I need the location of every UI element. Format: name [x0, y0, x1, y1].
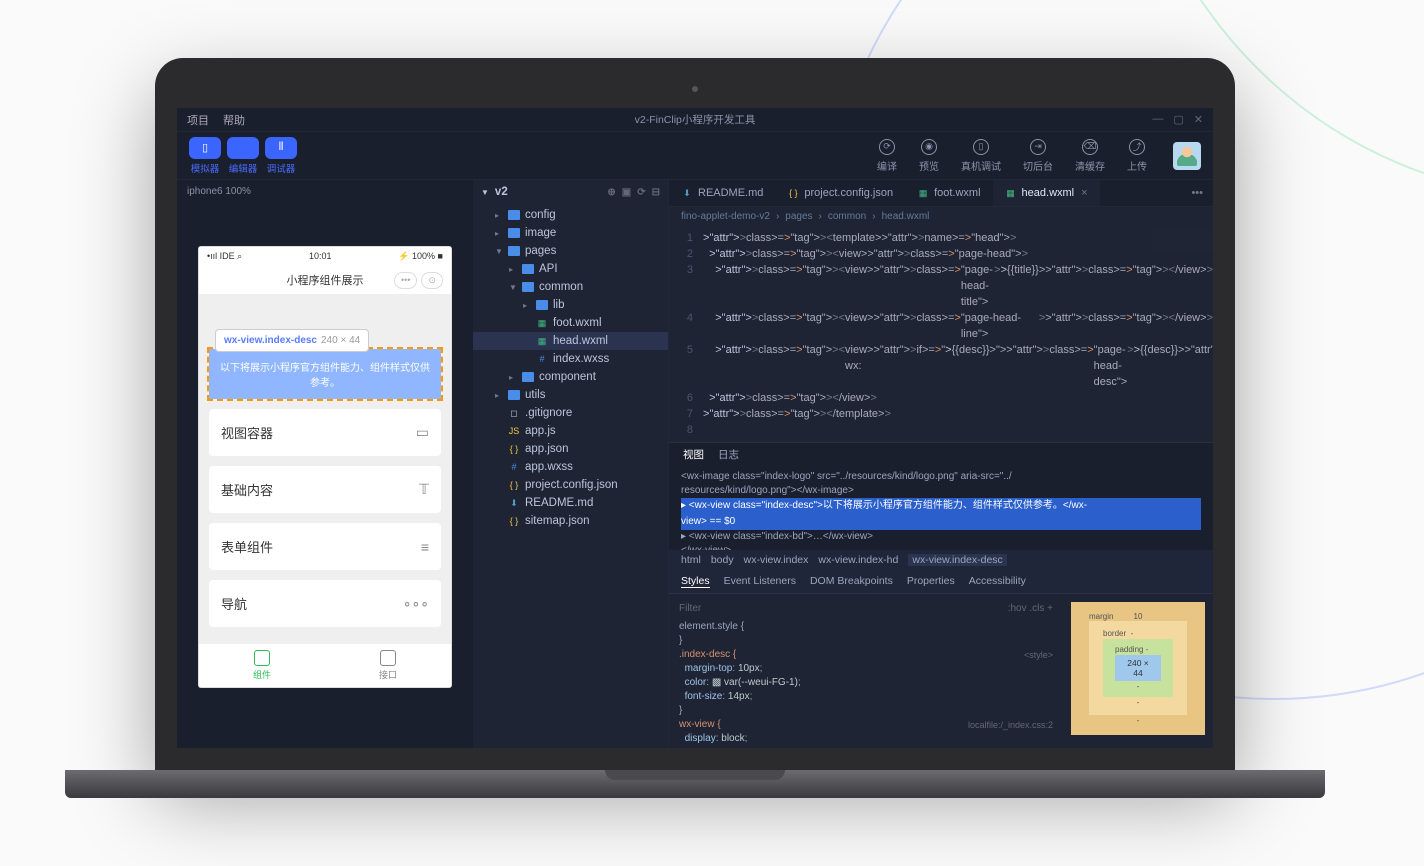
devtools-panel-tab[interactable]: Properties: [907, 575, 955, 588]
ide-screen: 项目 帮助 v2-FinClip小程序开发工具 — ▢ ✕ ▯模拟器编辑器⫴调试…: [177, 108, 1213, 748]
file-item[interactable]: { }app.json: [473, 440, 668, 458]
explorer-root[interactable]: v2: [495, 186, 508, 198]
devtools-panel-tab[interactable]: Styles: [681, 575, 710, 588]
file-item[interactable]: ◻.gitignore: [473, 404, 668, 422]
new-file-icon[interactable]: ⊕: [607, 187, 615, 198]
maximize-icon[interactable]: ▢: [1173, 113, 1183, 126]
phone-frame: •ııl IDE ⌕ 10:01 ⚡ 100% ■ 小程序组件展示 ••• ⊙: [199, 247, 451, 687]
toolbar-切后台[interactable]: ⇥切后台: [1023, 139, 1053, 173]
sim-card[interactable]: 表单组件≡: [209, 523, 441, 570]
file-item[interactable]: ▦head.wxml: [473, 332, 668, 350]
elements-breadcrumb[interactable]: htmlbodywx-view.indexwx-view.index-hdwx-…: [669, 550, 1213, 570]
toolbar-预览[interactable]: ◉预览: [919, 139, 939, 173]
folder-item[interactable]: ▼common: [473, 278, 668, 296]
devtools-tab-view[interactable]: 视图: [683, 447, 704, 462]
phone-status-left: •ııl IDE ⌕: [207, 251, 242, 262]
tab-close-icon[interactable]: ×: [1081, 187, 1087, 199]
folder-item[interactable]: ▸component: [473, 368, 668, 386]
file-item[interactable]: ▦foot.wxml: [473, 314, 668, 332]
menubar: 项目 帮助 v2-FinClip小程序开发工具 — ▢ ✕: [177, 108, 1213, 132]
editor-tab[interactable]: ⬇README.md: [669, 180, 775, 206]
code-editor[interactable]: 1>"attr">>class>=>"tag">><template> >"at…: [669, 226, 1213, 442]
laptop-frame: 项目 帮助 v2-FinClip小程序开发工具 — ▢ ✕ ▯模拟器编辑器⫴调试…: [155, 58, 1235, 798]
elements-tree[interactable]: <wx-image class="index-logo" src="../res…: [669, 466, 1213, 550]
new-folder-icon[interactable]: ▣: [622, 187, 631, 198]
sim-card[interactable]: 基础内容𝕋: [209, 466, 441, 513]
devtools-tab-log[interactable]: 日志: [718, 447, 739, 462]
editor-breadcrumb: fino-applet-demo-v2›pages›common›head.wx…: [669, 207, 1213, 226]
inspected-element[interactable]: 以下将展示小程序官方组件能力、组件样式仅供参考。: [209, 349, 441, 399]
phone-status-right: ⚡ 100% ■: [398, 251, 443, 262]
file-item[interactable]: #app.wxss: [473, 458, 668, 476]
sim-card[interactable]: 导航∘∘∘: [209, 580, 441, 627]
collapse-icon[interactable]: ⊟: [652, 187, 660, 198]
devtools-panel-tab[interactable]: DOM Breakpoints: [810, 575, 893, 588]
menu-help[interactable]: 帮助: [223, 112, 245, 128]
devtools-panel-tab[interactable]: Event Listeners: [724, 575, 796, 588]
toolbar-上传[interactable]: ⤴上传: [1127, 139, 1147, 173]
styles-controls[interactable]: :hov .cls +: [1008, 602, 1053, 616]
folder-item[interactable]: ▸image: [473, 224, 668, 242]
folder-item[interactable]: ▸API: [473, 260, 668, 278]
folder-item[interactable]: ▸lib: [473, 296, 668, 314]
phone-status-time: 10:01: [309, 251, 332, 262]
file-explorer: ▼ v2 ⊕ ▣ ⟳ ⊟ ▸config▸image▼pages▸API▼com…: [473, 180, 669, 748]
simulator-panel: iphone6 100% •ııl IDE ⌕ 10:01 ⚡ 100% ■ 小…: [177, 180, 473, 748]
folder-item[interactable]: ▸config: [473, 206, 668, 224]
minimap[interactable]: [1153, 226, 1213, 442]
toolbar-真机调试[interactable]: ▯真机调试: [961, 139, 1001, 173]
sim-card[interactable]: 视图容器▭: [209, 409, 441, 456]
file-item[interactable]: ⬇README.md: [473, 494, 668, 512]
folder-item[interactable]: ▼pages: [473, 242, 668, 260]
close-icon[interactable]: ✕: [1194, 113, 1203, 126]
styles-panel[interactable]: Filter :hov .cls + element.style { } .in…: [669, 594, 1063, 748]
user-avatar[interactable]: [1173, 142, 1201, 170]
inspect-tooltip: wx-view.index-desc240 × 44: [215, 329, 369, 352]
editor-tab[interactable]: ▦foot.wxml: [905, 180, 992, 206]
phone-tab[interactable]: 组件: [199, 644, 325, 687]
mode-pill-0[interactable]: ▯: [189, 137, 221, 159]
app-title: 小程序组件展示: [287, 272, 364, 288]
app-close-icon[interactable]: ⊙: [421, 272, 443, 289]
menu-project[interactable]: 项目: [187, 112, 209, 128]
file-item[interactable]: #index.wxss: [473, 350, 668, 368]
devtools-panel: 视图 日志 <wx-image class="index-logo" src="…: [669, 442, 1213, 748]
app-menu-icon[interactable]: •••: [394, 272, 417, 289]
window-title: v2-FinClip小程序开发工具: [635, 112, 756, 127]
file-item[interactable]: JSapp.js: [473, 422, 668, 440]
tab-overflow-icon[interactable]: •••: [1181, 187, 1213, 199]
styles-filter[interactable]: Filter: [679, 602, 701, 616]
box-model: margin 10 border - padding - 240 × 44 -: [1063, 594, 1213, 748]
main-toolbar: ▯模拟器编辑器⫴调试器 ⟳编译◉预览▯真机调试⇥切后台⌫清缓存⤴上传: [177, 132, 1213, 180]
minimize-icon[interactable]: —: [1152, 113, 1163, 126]
file-item[interactable]: { }sitemap.json: [473, 512, 668, 530]
mode-pill-1[interactable]: [227, 137, 259, 159]
mode-pill-2[interactable]: ⫴: [265, 137, 297, 159]
devtools-panel-tab[interactable]: Accessibility: [969, 575, 1026, 588]
editor-tab[interactable]: ▦head.wxml×: [993, 180, 1100, 206]
folder-item[interactable]: ▸utils: [473, 386, 668, 404]
toolbar-编译[interactable]: ⟳编译: [877, 139, 897, 173]
editor-area: ⬇README.md{ }project.config.json▦foot.wx…: [669, 180, 1213, 748]
phone-tab[interactable]: 接口: [325, 644, 451, 687]
window-controls: — ▢ ✕: [1152, 113, 1203, 126]
simulator-device: iphone6 100%: [177, 180, 473, 203]
editor-tab[interactable]: { }project.config.json: [775, 180, 905, 206]
file-item[interactable]: { }project.config.json: [473, 476, 668, 494]
refresh-icon[interactable]: ⟳: [637, 187, 645, 198]
camera-dot: [692, 86, 698, 92]
toolbar-清缓存[interactable]: ⌫清缓存: [1075, 139, 1105, 173]
